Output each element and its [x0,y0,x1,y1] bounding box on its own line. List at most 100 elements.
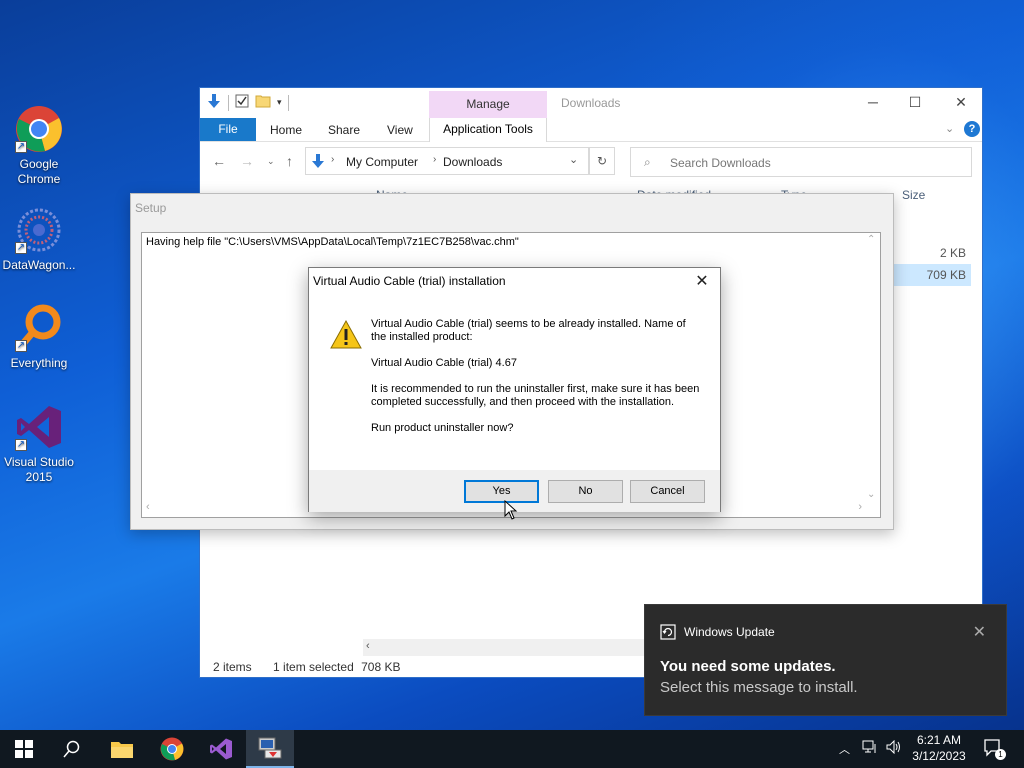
address-row: ← → ⌄ ↑ › My Computer › Downloads ⌄ ↻ ⌕ … [200,142,982,180]
datawagon-icon: ↗ [15,206,63,254]
windows-update-notification[interactable]: Windows Update ✕ You need some updates. … [644,604,1007,716]
expand-ribbon-icon[interactable]: ⌄ [945,122,954,135]
desktop-icon-label: Visual Studio 2015 [4,455,74,484]
volume-icon[interactable] [886,739,902,757]
address-dropdown-icon[interactable]: ⌄ [569,153,578,166]
customize-toolbar-icon[interactable]: ▾ [277,97,282,108]
dialog-body: Virtual Audio Cable (trial) seems to be … [309,298,720,470]
search-icon [63,740,80,758]
status-item-count: 2 items [213,660,252,674]
properties-icon[interactable] [235,94,249,111]
search-placeholder: Search Downloads [670,156,771,170]
downloads-folder-icon [310,153,326,172]
forward-arrow-icon[interactable]: → [240,153,254,169]
taskbar-chrome[interactable] [148,730,196,768]
message-product-name: Virtual Audio Cable (trial) 4.67 [371,357,517,369]
chrome-icon [160,737,184,761]
dialog-title: Virtual Audio Cable (trial) installation [313,274,506,288]
shortcut-arrow-icon: ↗ [15,242,27,254]
cancel-button[interactable]: Cancel [630,480,705,503]
ribbon-tabs: File Home Share View Application Tools ⌄… [200,118,982,142]
up-arrow-icon[interactable]: ↑ [286,153,293,169]
notification-body: Select this message to install. [660,679,858,696]
no-button[interactable]: No [548,480,623,503]
start-button[interactable] [0,730,48,768]
tab-manage[interactable]: Manage [429,91,547,118]
back-arrow-icon[interactable]: ← [212,153,226,169]
toolbar-separator [287,94,289,111]
windows-logo-icon [15,740,33,758]
message-recommendation: It is recommended to run the uninstaller… [371,383,700,408]
windows-update-icon [660,624,676,643]
scroll-right-icon[interactable]: › [858,501,862,513]
taskbar-search-button[interactable] [48,730,96,768]
tab-home[interactable]: Home [270,123,302,137]
clock-time: 6:21 AM [916,733,962,747]
search-input[interactable]: ⌕ Search Downloads [630,147,972,177]
show-hidden-icons-icon[interactable]: ︿ [839,741,850,757]
tab-application-tools[interactable]: Application Tools [429,118,547,142]
scroll-left-icon[interactable]: ‹ [366,640,370,652]
mouse-cursor-icon [504,499,518,523]
horizontal-scrollbar[interactable]: ‹ [363,639,646,656]
visual-studio-icon [210,738,232,760]
breadcrumb-my-computer[interactable]: My Computer [346,155,418,169]
explorer-titlebar: ▾ Manage Downloads ─ ☐ ✕ [200,88,982,118]
desktop-icon-everything[interactable]: ↗ Everything [0,304,78,371]
notification-heading: You need some updates. [660,658,836,675]
folder-icon [111,742,133,758]
chrome-icon: ↗ [15,105,63,153]
breadcrumb-downloads[interactable]: Downloads [443,155,502,169]
tab-file[interactable]: File [200,118,256,141]
scroll-down-icon[interactable]: ⌄ [867,489,875,500]
clock[interactable]: 6:21 AM 3/12/2023 [905,732,973,764]
minimize-icon[interactable]: ─ [863,94,883,110]
taskbar: ︿ 6:21 AM 3/12/2023 1 [0,730,1024,768]
network-icon[interactable] [862,740,878,757]
close-icon[interactable]: ✕ [692,271,712,291]
desktop-icon-label: DataWagon... [2,258,76,272]
breadcrumb-separator-icon: › [331,154,335,165]
setup-log-text: Having help file "C:\Users\VMS\AppData\L… [146,236,519,248]
everything-search-icon: ↗ [15,304,63,352]
warning-icon [330,319,362,353]
shortcut-arrow-icon: ↗ [15,340,27,352]
setup-installer-icon [258,737,282,759]
scroll-left-icon[interactable]: ‹ [146,501,150,513]
vertical-scrollbar[interactable]: ⌃ ⌄ [864,233,880,501]
notification-count-badge: 1 [995,749,1006,760]
clock-date: 3/12/2023 [912,749,966,763]
taskbar-setup-app[interactable] [246,730,294,768]
tab-share[interactable]: Share [328,123,360,137]
close-icon[interactable]: ✕ [951,94,971,111]
yes-button[interactable]: Yes [464,480,539,503]
quick-access-toolbar: ▾ [206,93,289,112]
breadcrumb-separator-icon: › [433,154,437,165]
message-question: Run product uninstaller now? [371,422,514,434]
visual-studio-icon: ↗ [15,403,63,451]
desktop-icon-chrome[interactable]: ↗ Google Chrome [0,105,78,187]
notification-app-name: Windows Update [684,625,775,639]
shortcut-arrow-icon: ↗ [15,439,27,451]
address-bar[interactable]: › My Computer › Downloads ⌄ [305,147,589,175]
taskbar-file-explorer[interactable] [98,730,146,768]
desktop-icon-datawagon[interactable]: ↗ DataWagon... [0,206,78,273]
column-header-size[interactable]: Size [902,188,925,202]
recent-locations-icon[interactable]: ⌄ [267,156,275,167]
close-icon[interactable]: ✕ [973,622,986,642]
refresh-icon[interactable]: ↻ [589,147,615,175]
new-folder-icon[interactable] [255,94,271,111]
maximize-icon[interactable]: ☐ [905,94,925,111]
tab-view[interactable]: View [387,123,413,137]
file-size-cell[interactable]: 709 KB [927,268,966,282]
message-already-installed: Virtual Audio Cable (trial) seems to be … [371,318,686,343]
scroll-up-icon[interactable]: ⌃ [867,234,875,245]
toolbar-separator [228,94,229,111]
file-size-cell[interactable]: 2 KB [940,246,966,260]
status-bar: 2 items 1 item selected 708 KB [213,660,400,674]
status-selected-size: 708 KB [361,660,401,674]
desktop-icon-visual-studio[interactable]: ↗ Visual Studio 2015 [0,403,78,485]
desktop-icon-label: Google Chrome [17,157,61,186]
help-icon[interactable]: ? [964,121,980,137]
taskbar-visual-studio[interactable] [197,730,245,768]
